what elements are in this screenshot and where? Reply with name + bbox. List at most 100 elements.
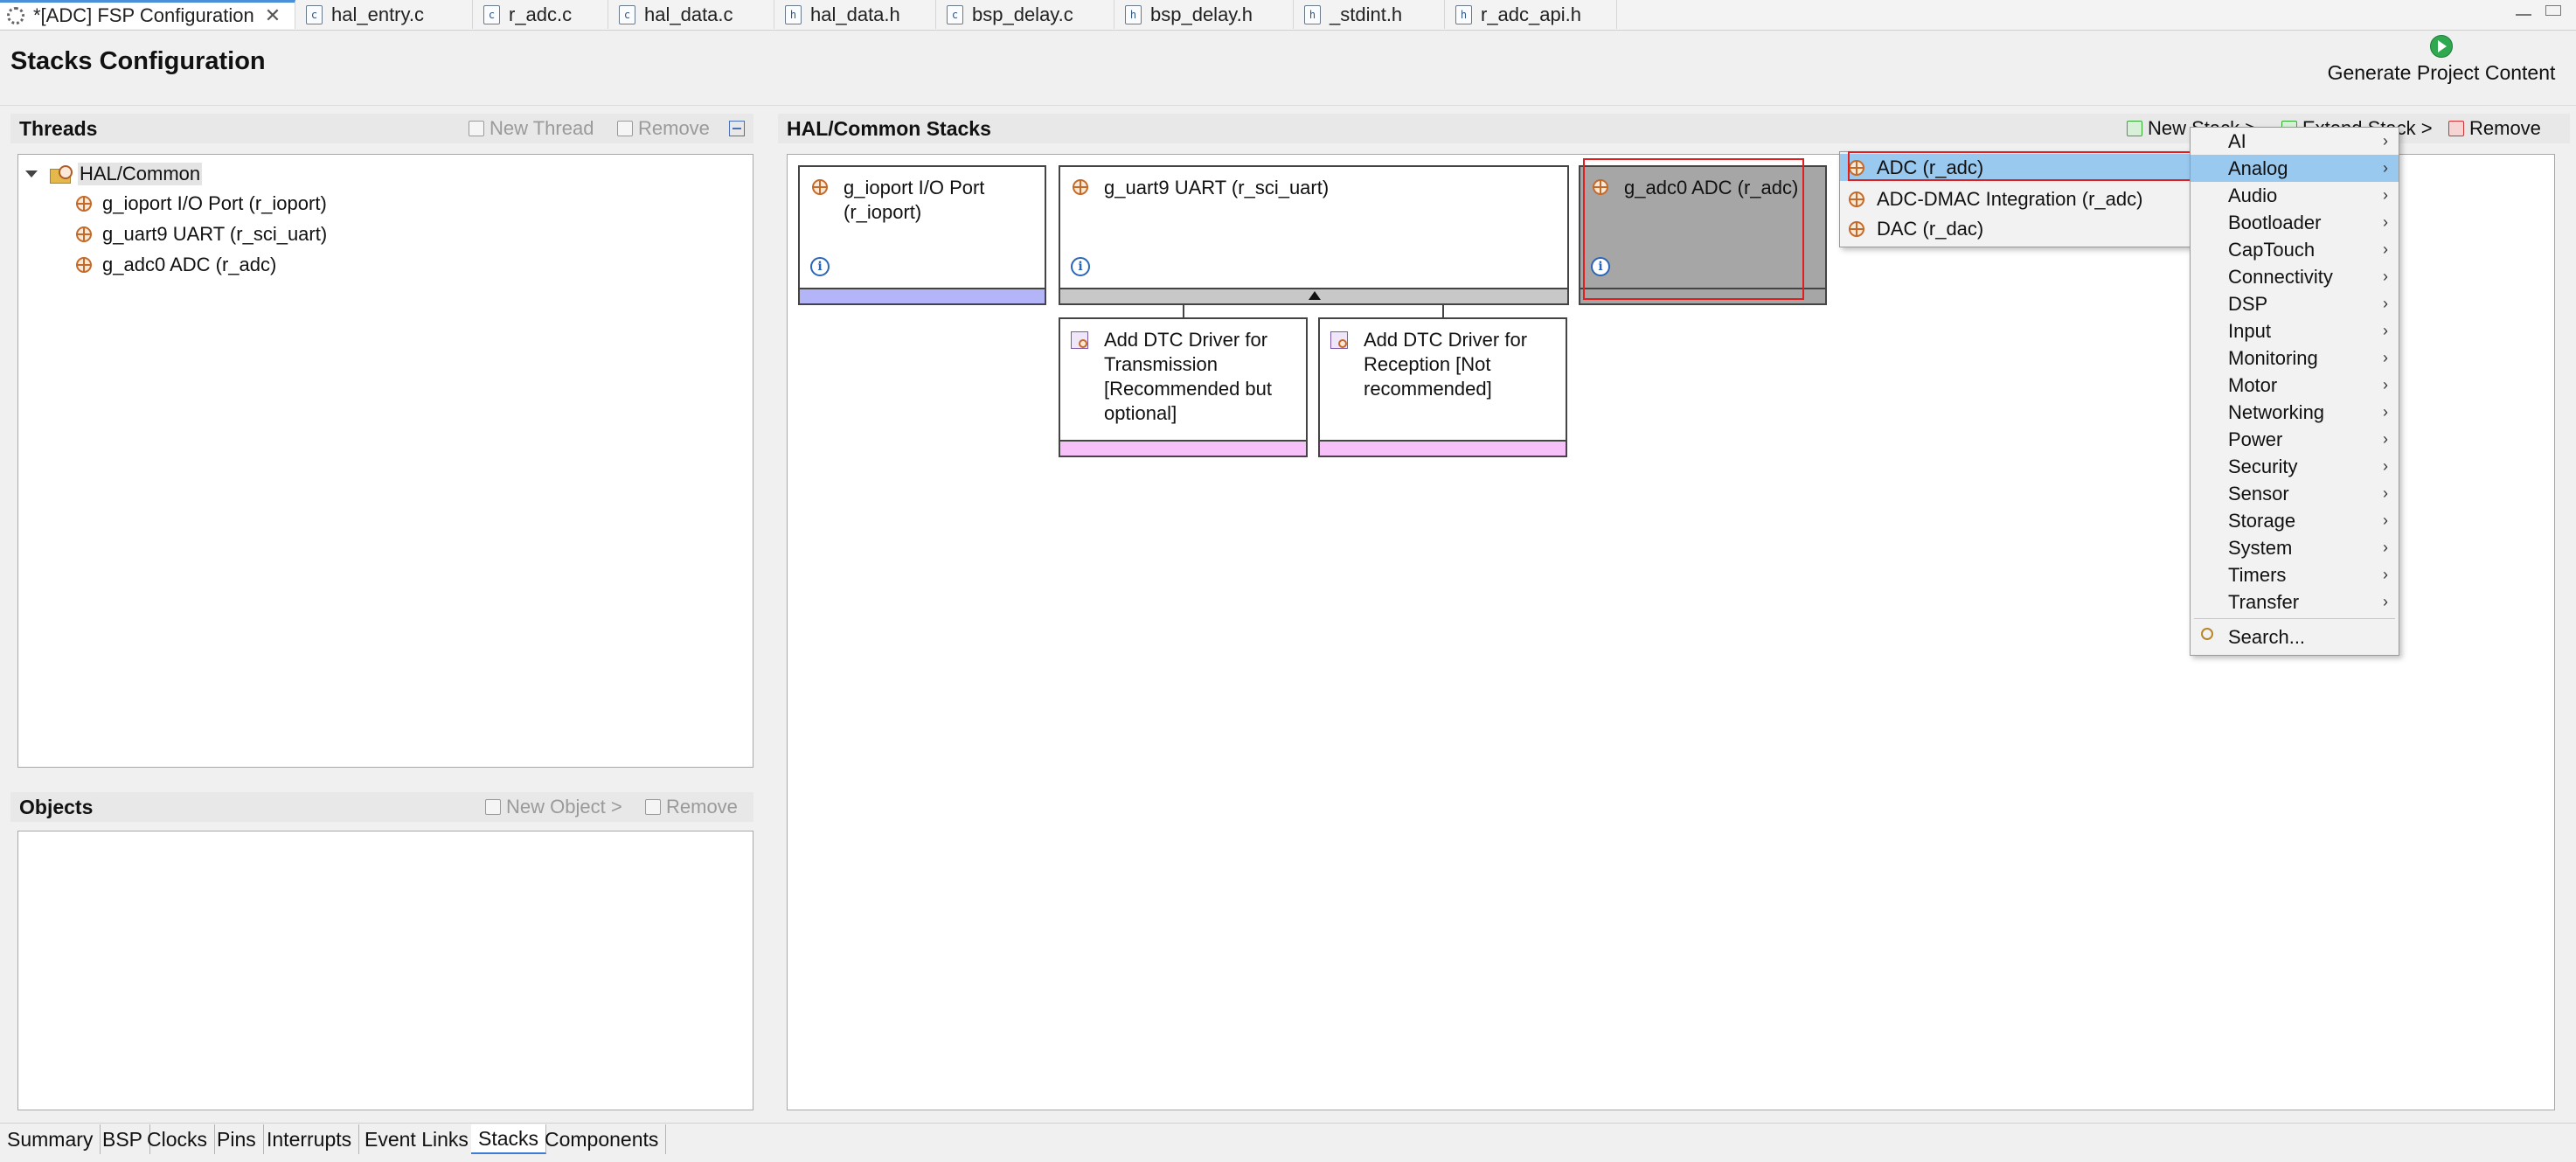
menu-item-dsp[interactable]: DSP ›	[2191, 290, 2399, 317]
tree-item-hal-common[interactable]: HAL/Common	[25, 159, 203, 189]
tab-r-adc-c[interactable]: c r_adc.c	[473, 0, 608, 29]
menu-item-connectivity[interactable]: Connectivity ›	[2191, 263, 2399, 290]
tab-label: hal_entry.c	[331, 3, 424, 25]
tab-label: hal_data.h	[810, 3, 900, 25]
menu-item-audio[interactable]: Audio ›	[2191, 182, 2399, 209]
new-object-button[interactable]: New Object >	[485, 792, 622, 822]
new-thread-icon	[469, 121, 484, 136]
tab-components[interactable]: Components	[538, 1124, 667, 1154]
menu-item-captouch[interactable]: CapTouch ›	[2191, 236, 2399, 263]
info-icon[interactable]: i	[810, 257, 830, 276]
chevron-right-icon: ›	[2383, 539, 2388, 556]
new-thread-button[interactable]: New Thread	[469, 114, 594, 143]
thread-icon	[50, 165, 73, 184]
menu-item-monitoring[interactable]: Monitoring ›	[2191, 344, 2399, 372]
threads-header: Threads New Thread Remove	[10, 114, 753, 143]
component-icon	[76, 226, 92, 242]
remove-thread-button[interactable]: Remove	[617, 114, 710, 143]
tab-fsp-configuration[interactable]: *[ADC] FSP Configuration ✕	[0, 0, 295, 29]
menu-item-input[interactable]: Input ›	[2191, 317, 2399, 344]
menu-item-bootloader[interactable]: Bootloader ›	[2191, 209, 2399, 236]
stack-dtc-reception[interactable]: Add DTC Driver for Reception [Not recomm…	[1318, 317, 1567, 457]
tab-bsp-delay-h[interactable]: h bsp_delay.h	[1114, 0, 1294, 29]
tab-label: Pins	[217, 1127, 256, 1151]
tree-item-label: g_adc0 ADC (r_adc)	[102, 254, 277, 275]
tab-bsp-delay-c[interactable]: c bsp_delay.c	[936, 0, 1114, 29]
menu-item-label: Storage	[2228, 509, 2296, 532]
dtc-rx-label: Add DTC Driver for Reception [Not recomm…	[1364, 329, 1528, 400]
search-icon	[2201, 628, 2213, 640]
tab-hal-entry-c[interactable]: c hal_entry.c	[295, 0, 473, 29]
menu-item-label: Transfer	[2228, 590, 2300, 613]
tab-event-links[interactable]: Event Links	[358, 1124, 476, 1154]
close-icon[interactable]: ✕	[265, 4, 281, 27]
tab-label: bsp_delay.c	[972, 3, 1073, 25]
component-icon	[76, 257, 92, 273]
menu-item-analog[interactable]: Analog ›	[2191, 155, 2399, 182]
menu-item-timers[interactable]: Timers ›	[2191, 561, 2399, 588]
tab-label: Summary	[7, 1127, 94, 1151]
tree-item-label: g_ioport I/O Port (r_ioport)	[102, 192, 327, 214]
tree-item-ioport[interactable]: g_ioport I/O Port (r_ioport)	[76, 189, 327, 219]
menu-item-label: Audio	[2228, 184, 2278, 206]
expand-arrow-icon[interactable]	[25, 170, 38, 177]
gear-icon	[7, 7, 24, 24]
dtc-icon	[1330, 331, 1348, 349]
menu-item-transfer[interactable]: Transfer ›	[2191, 588, 2399, 616]
chevron-right-icon: ›	[2383, 566, 2388, 583]
tab-pins[interactable]: Pins	[210, 1124, 264, 1154]
menu-item-security[interactable]: Security ›	[2191, 453, 2399, 480]
menu-item-networking[interactable]: Networking ›	[2191, 399, 2399, 426]
tree-item-uart[interactable]: g_uart9 UART (r_sci_uart)	[76, 219, 327, 249]
generate-label: Generate Project Content	[2327, 61, 2556, 84]
stack-ioport-label: g_ioport I/O Port (r_ioport)	[844, 177, 985, 223]
menu-item-system[interactable]: System ›	[2191, 534, 2399, 561]
menu-separator	[2194, 618, 2395, 619]
collapse-all-button[interactable]	[729, 114, 745, 143]
menu-item-search[interactable]: Search...	[2191, 623, 2399, 651]
tab-hal-data-h[interactable]: h hal_data.h	[774, 0, 936, 29]
menu-item-power[interactable]: Power ›	[2191, 426, 2399, 453]
objects-header: Objects New Object > Remove	[10, 792, 753, 822]
maximize-icon[interactable]	[2545, 5, 2561, 16]
menu-item-adc-dmac[interactable]: ADC-DMAC Integration (r_adc)	[1840, 185, 2190, 212]
new-stack-icon	[2127, 121, 2142, 136]
tab-hal-data-c[interactable]: c hal_data.c	[608, 0, 774, 29]
tab-interrupts[interactable]: Interrupts	[260, 1124, 360, 1154]
stack-dtc-transmission[interactable]: Add DTC Driver for Transmission [Recomme…	[1059, 317, 1308, 457]
editor-tab-bar: *[ADC] FSP Configuration ✕ c hal_entry.c …	[0, 0, 2576, 31]
tab-stdint-h[interactable]: h _stdint.h	[1294, 0, 1445, 29]
tab-summary[interactable]: Summary	[0, 1124, 101, 1154]
tab-r-adc-api-h[interactable]: h r_adc_api.h	[1445, 0, 1617, 29]
minimize-icon[interactable]	[2516, 5, 2531, 16]
h-file-icon: h	[1304, 4, 1321, 24]
menu-item-dac[interactable]: DAC (r_dac)	[1840, 215, 2190, 242]
remove-stack-button[interactable]: Remove	[2448, 114, 2541, 143]
chevron-right-icon: ›	[2383, 322, 2388, 339]
collapse-triangle-icon[interactable]	[1309, 291, 1321, 300]
remove-object-button[interactable]: Remove	[645, 792, 738, 822]
menu-item-label: DAC (r_dac)	[1877, 217, 1984, 240]
h-file-icon: h	[1455, 4, 1472, 24]
threads-tree: HAL/Common g_ioport I/O Port (r_ioport) …	[17, 154, 753, 768]
menu-item-ai[interactable]: AI ›	[2191, 128, 2399, 155]
chevron-right-icon: ›	[2383, 268, 2388, 285]
tab-stacks[interactable]: Stacks	[471, 1124, 547, 1154]
menu-item-label: AI	[2228, 129, 2246, 152]
tab-clocks[interactable]: Clocks	[140, 1124, 216, 1154]
tab-label: *[ADC] FSP Configuration	[33, 4, 254, 26]
stack-ioport[interactable]: g_ioport I/O Port (r_ioport) i	[798, 165, 1046, 305]
tree-item-adc[interactable]: g_adc0 ADC (r_adc)	[76, 250, 276, 280]
stack-uart-stripe	[1060, 288, 1567, 303]
generate-project-content-button[interactable]: Generate Project Content	[2315, 35, 2568, 92]
dtc-rx-stripe	[1320, 440, 1566, 456]
menu-item-motor[interactable]: Motor ›	[2191, 372, 2399, 399]
menu-item-storage[interactable]: Storage ›	[2191, 507, 2399, 534]
menu-item-label: Monitoring	[2228, 346, 2318, 369]
info-icon[interactable]: i	[1071, 257, 1090, 276]
component-icon	[1849, 191, 1864, 207]
menu-item-label: ADC-DMAC Integration (r_adc)	[1877, 187, 2143, 210]
chevron-right-icon: ›	[2383, 349, 2388, 366]
stack-uart[interactable]: g_uart9 UART (r_sci_uart) i	[1059, 165, 1569, 305]
menu-item-sensor[interactable]: Sensor ›	[2191, 480, 2399, 507]
